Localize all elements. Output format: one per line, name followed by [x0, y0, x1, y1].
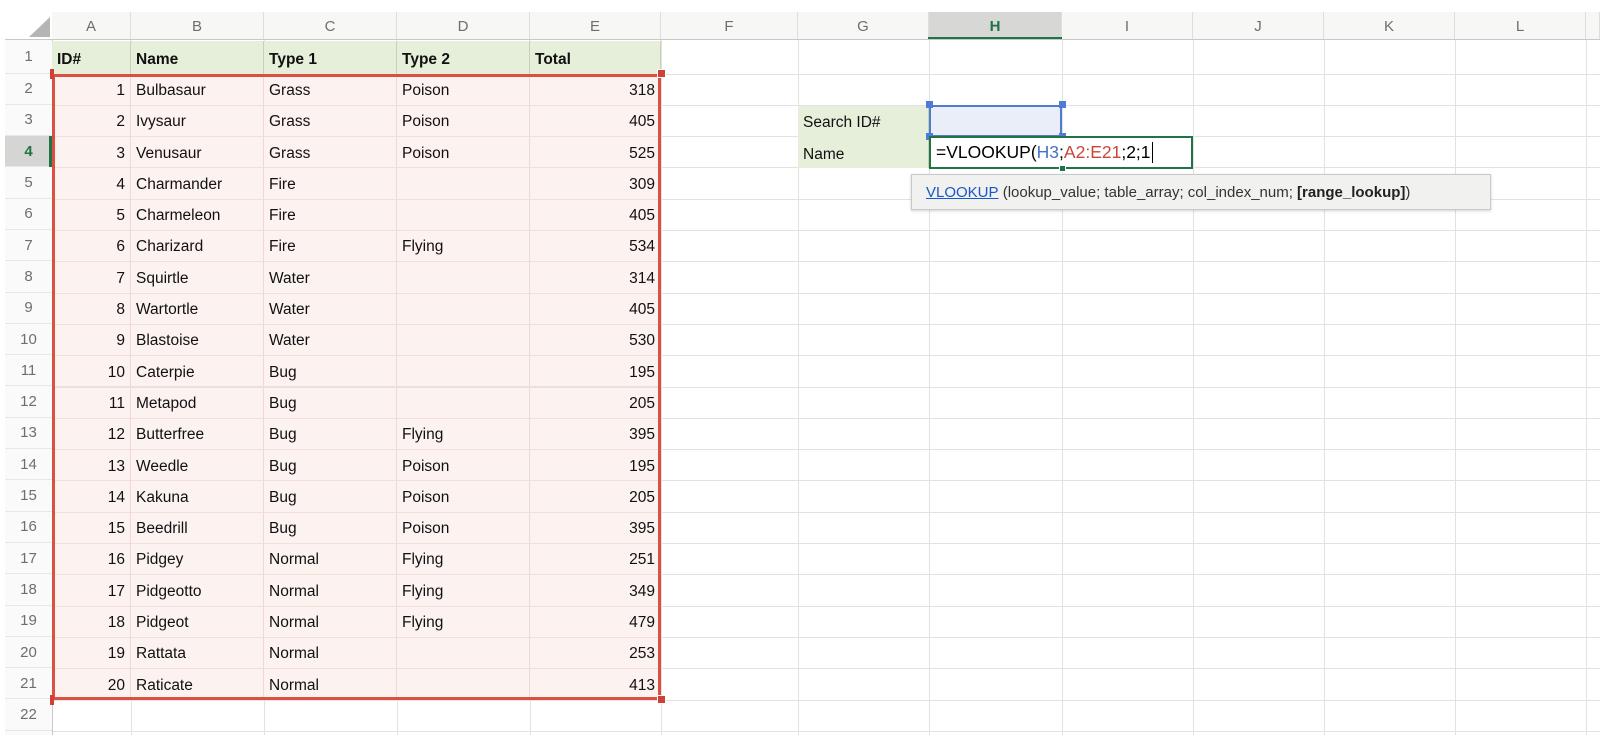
- column-header-I[interactable]: I: [1062, 12, 1193, 40]
- row-header-13[interactable]: 13: [5, 418, 52, 449]
- column-header-G[interactable]: G: [798, 12, 929, 40]
- range-resize-handle[interactable]: [657, 69, 666, 78]
- selection-handle[interactable]: [926, 101, 933, 108]
- fill-handle[interactable]: [1059, 165, 1066, 172]
- formula-cell-editor[interactable]: =VLOOKUP(H3;A2:E21;2;1: [929, 136, 1193, 169]
- selection-handle[interactable]: [1059, 101, 1066, 108]
- column-header-E[interactable]: E: [530, 12, 661, 40]
- row-header-15[interactable]: 15: [5, 480, 52, 511]
- row-header-5[interactable]: 5: [5, 167, 52, 198]
- gridline: [1324, 40, 1325, 735]
- row-header-19[interactable]: 19: [5, 606, 52, 637]
- row-header-21[interactable]: 21: [5, 668, 52, 699]
- row-header-22[interactable]: 22: [5, 700, 52, 731]
- gridline: [661, 40, 662, 735]
- column-header-K[interactable]: K: [1324, 12, 1455, 40]
- row-header-8[interactable]: 8: [5, 261, 52, 292]
- row-header-11[interactable]: 11: [5, 355, 52, 386]
- row-header-6[interactable]: 6: [5, 199, 52, 230]
- cell-G4-name-label[interactable]: Name: [798, 137, 929, 168]
- gridline: [52, 731, 1600, 732]
- column-header-L[interactable]: L: [1455, 12, 1586, 40]
- table-header-id-[interactable]: ID#: [52, 41, 131, 74]
- tooltip-close-paren: ): [1405, 184, 1410, 201]
- column-header-partial[interactable]: [1586, 12, 1600, 40]
- table-header-total[interactable]: Total: [530, 41, 661, 74]
- column-header-C[interactable]: C: [264, 12, 397, 40]
- column-header-J[interactable]: J: [1193, 12, 1324, 40]
- header-band-border: [5, 39, 1600, 40]
- formula-part: A2:E21: [1064, 142, 1121, 163]
- select-all-button[interactable]: [29, 17, 50, 37]
- range-edge-tick: [50, 695, 54, 705]
- row-header-20[interactable]: 20: [5, 637, 52, 668]
- row-header-1[interactable]: 1: [5, 40, 52, 74]
- row-header-9[interactable]: 9: [5, 293, 52, 324]
- cell-H3-selected[interactable]: [929, 105, 1062, 137]
- vlookup-help-link[interactable]: VLOOKUP: [926, 184, 999, 201]
- row-header-4[interactable]: 4: [5, 136, 52, 167]
- formula-part: =VLOOKUP(: [936, 142, 1037, 163]
- formula-part: ;2;1: [1121, 142, 1150, 163]
- spreadsheet-grid: ABCDEFGHIJKL1234567891011121314151617181…: [0, 0, 1600, 735]
- text-caret: [1152, 142, 1154, 163]
- tooltip-args: (lookup_value; table_array; col_index_nu…: [999, 184, 1298, 201]
- table-header-type-2[interactable]: Type 2: [397, 41, 530, 74]
- gridline: [1193, 40, 1194, 735]
- column-header-A[interactable]: A: [52, 12, 131, 40]
- column-header-B[interactable]: B: [131, 12, 264, 40]
- row-header-10[interactable]: 10: [5, 324, 52, 355]
- row-header-3[interactable]: 3: [5, 105, 52, 136]
- row-header-7[interactable]: 7: [5, 230, 52, 261]
- range-resize-handle[interactable]: [657, 695, 666, 704]
- function-tooltip: VLOOKUP (lookup_value; table_array; col_…: [911, 174, 1491, 210]
- row-header-18[interactable]: 18: [5, 574, 52, 605]
- column-header-H[interactable]: H: [929, 12, 1062, 40]
- column-header-D[interactable]: D: [397, 12, 530, 40]
- formula-part: H3: [1037, 142, 1059, 163]
- gridline: [1586, 40, 1587, 735]
- range-edge-tick: [50, 69, 54, 79]
- row-header-2[interactable]: 2: [5, 74, 52, 105]
- table-header-name[interactable]: Name: [131, 41, 264, 74]
- gridline: [1455, 40, 1456, 735]
- row-header-16[interactable]: 16: [5, 512, 52, 543]
- row-header-12[interactable]: 12: [5, 387, 52, 418]
- range-reference-border: [52, 74, 661, 700]
- tooltip-optional-arg: [range_lookup]: [1297, 184, 1405, 201]
- cell-G3-search-id-label[interactable]: Search ID#: [798, 106, 929, 137]
- row-header-14[interactable]: 14: [5, 449, 52, 480]
- column-header-F[interactable]: F: [661, 12, 798, 40]
- table-header-type-1[interactable]: Type 1: [264, 41, 397, 74]
- row-header-17[interactable]: 17: [5, 543, 52, 574]
